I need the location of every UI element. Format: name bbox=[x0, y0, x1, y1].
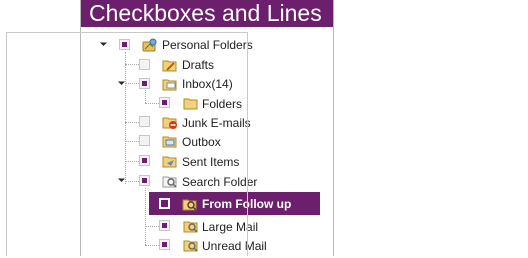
tree-item-large-mail[interactable]: Large Mail bbox=[202, 219, 258, 235]
junk-folder-icon bbox=[162, 114, 178, 129]
checkbox-folders[interactable] bbox=[159, 97, 170, 108]
folder-icon bbox=[183, 95, 199, 110]
tree-line bbox=[145, 226, 159, 227]
tree-item-follow-up-selected[interactable]: From Follow up bbox=[149, 192, 320, 215]
tree-item-follow-up[interactable]: From Follow up bbox=[202, 196, 291, 212]
tree-line bbox=[125, 161, 139, 162]
checkbox-junk[interactable] bbox=[139, 116, 150, 127]
sent-folder-icon bbox=[162, 153, 178, 168]
tree-line bbox=[125, 64, 139, 65]
personal-folders-icon bbox=[142, 37, 158, 52]
tree-line bbox=[145, 188, 146, 245]
panel-title: Checkboxes and Lines bbox=[81, 0, 333, 27]
search-folder-icon bbox=[183, 237, 199, 252]
tree-item-junk[interactable]: Junk E-mails bbox=[182, 115, 251, 131]
tree-item-inbox[interactable]: Inbox(14) bbox=[182, 76, 233, 92]
search-folder-icon bbox=[183, 218, 199, 233]
inbox-folder-icon bbox=[162, 76, 178, 91]
tree-line bbox=[125, 122, 139, 123]
tree-line bbox=[125, 181, 139, 182]
tree-item-unread-mail[interactable]: Unread Mail bbox=[202, 238, 267, 254]
tree-line bbox=[145, 245, 159, 246]
checkbox-drafts[interactable] bbox=[139, 59, 150, 70]
tree-line bbox=[145, 90, 146, 103]
tree-item-personal-folders[interactable]: Personal Folders bbox=[162, 37, 253, 53]
checkbox-unread-mail[interactable] bbox=[159, 239, 170, 250]
search-folder-icon bbox=[162, 173, 178, 188]
checkbox-inbox[interactable] bbox=[139, 78, 150, 89]
tree-item-outbox[interactable]: Outbox bbox=[182, 134, 221, 150]
tree-line bbox=[145, 103, 159, 104]
tree-line bbox=[125, 52, 126, 184]
checkbox-follow-up[interactable] bbox=[159, 198, 170, 209]
outbox-folder-icon bbox=[162, 133, 178, 148]
tree-item-drafts[interactable]: Drafts bbox=[182, 57, 214, 73]
checkbox-personal-folders[interactable] bbox=[119, 39, 130, 50]
tree-line bbox=[125, 83, 139, 84]
tree-item-sent[interactable]: Sent Items bbox=[182, 154, 239, 170]
checkbox-large-mail[interactable] bbox=[159, 220, 170, 231]
checkbox-outbox[interactable] bbox=[139, 135, 150, 146]
checkbox-search-folder[interactable] bbox=[139, 175, 150, 186]
tree-item-folders[interactable]: Folders bbox=[202, 96, 242, 112]
tree-line bbox=[125, 141, 139, 142]
drafts-folder-icon bbox=[162, 57, 178, 72]
tree-item-search-folder[interactable]: Search Folder bbox=[182, 174, 257, 190]
checkbox-sent[interactable] bbox=[139, 155, 150, 166]
search-folder-icon bbox=[182, 196, 198, 211]
